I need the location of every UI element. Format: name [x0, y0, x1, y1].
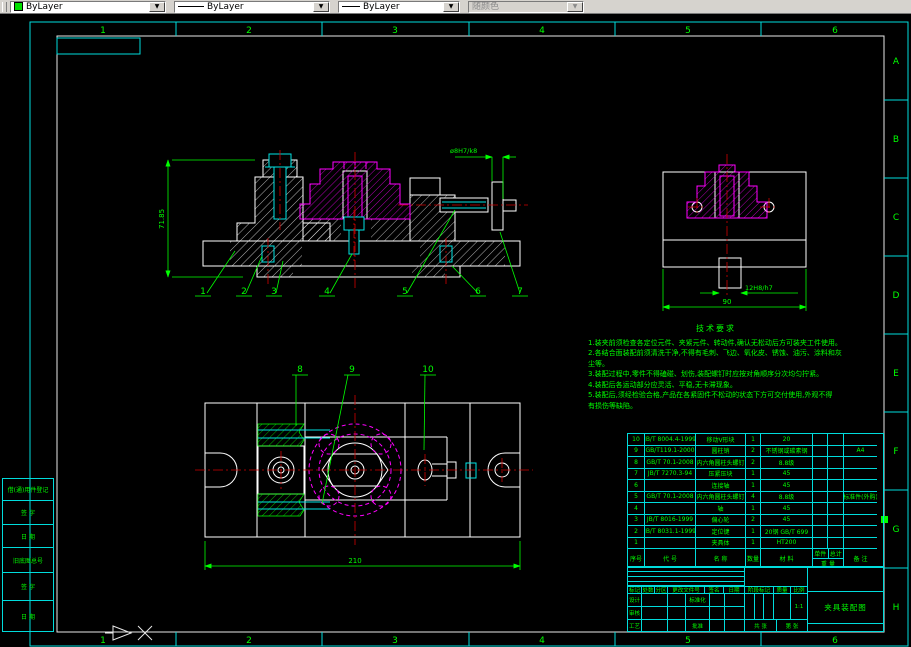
table-row: 2 JB/T 8031.1-1999 定位键 1 20钢 GB/T 699 — [628, 526, 883, 538]
border-attachment-table: 借(通)用件登记 签 字 日 期 旧底图总号 签 字 日 期 — [2, 478, 54, 632]
zone-number-bottom: 3 — [392, 636, 398, 646]
attachment-row: 日 期 — [2, 524, 54, 547]
attachment-row: 签 字 — [2, 572, 54, 600]
object-properties-toolbar: ByLayer ▼ ByLayer ▼ ByLayer ▼ 随颜色 ▼ — [0, 0, 911, 14]
cad-application-window: ByLayer ▼ ByLayer ▼ ByLayer ▼ 随颜色 ▼ 1 2 … — [0, 0, 911, 647]
parts-list-table: 10 JB/T 8004.4-1999 移动V形块 1 20 9 GB/T119.1-20… — [627, 433, 884, 568]
toolbar-grip[interactable] — [2, 1, 7, 12]
zone-number-bottom: 5 — [685, 636, 691, 646]
linetype-sample-icon — [178, 6, 204, 7]
table-header-row: 序号 代 号 名 称 数量 材 料 单件 总计 重 量 备 注 — [628, 549, 883, 568]
linetype-control-dropdown[interactable]: ByLayer ▼ — [174, 0, 330, 13]
color-dropdown-arrow-icon[interactable]: ▼ — [149, 1, 165, 12]
color-control-dropdown[interactable]: ByLayer ▼ — [10, 0, 166, 13]
balloon-7: 7 — [517, 287, 523, 297]
lineweight-dropdown-arrow-icon[interactable]: ▼ — [443, 1, 459, 12]
zone-letter-right: D — [893, 291, 900, 301]
balloon-6: 6 — [475, 287, 481, 297]
color-swatch-green — [14, 2, 23, 11]
color-control-value: ByLayer — [26, 1, 63, 12]
zone-letter-right: H — [893, 603, 900, 613]
attachment-row: 签 字 — [2, 500, 54, 524]
revision-box — [56, 37, 141, 55]
table-row: 3 JB/T 8016-1999 偏心轮 2 45 — [628, 514, 883, 526]
table-row: 7 JB/T 7270.3-94 压紧压块 1 45 — [628, 468, 883, 480]
dim-plan-width: 210 — [348, 557, 361, 565]
lineweight-sample-icon — [342, 6, 360, 7]
table-row: 10 JB/T 8004.4-1999 移动V形块 1 20 — [628, 434, 883, 446]
attachment-row: 日 期 — [2, 600, 54, 632]
front-view — [202, 150, 528, 288]
table-row: 6 连接轴 1 45 — [628, 480, 883, 492]
table-row: 1 夹具体 1 HT200 — [628, 537, 883, 549]
lineweight-control-value: ByLayer — [363, 1, 400, 12]
balloon-4: 4 — [324, 287, 330, 297]
zone-number-top: 4 — [539, 26, 545, 36]
zone-number-top: 1 — [100, 26, 106, 36]
zone-number-top: 2 — [246, 26, 252, 36]
linetype-dropdown-arrow-icon[interactable]: ▼ — [313, 1, 329, 12]
balloon-2: 2 — [241, 287, 247, 297]
table-row: 8 GB/T 70.1-2008 内六角圆柱头螺钉 2 8.8级 — [628, 457, 883, 469]
tech-req-line: 2.各结合面装配前须清洗干净,不得有毛刺、飞边、氧化皮、锈蚀、油污、涂料和灰 — [588, 349, 842, 357]
attachment-row: 借(通)用件登记 — [2, 478, 54, 500]
lineweight-control-dropdown[interactable]: ByLayer ▼ — [338, 0, 460, 13]
table-row: 9 GB/T119.1-2000 圆柱销 2 不锈钢或碳素钢 A4 — [628, 445, 883, 457]
zone-number-top: 3 — [392, 26, 398, 36]
zone-number-bottom: 4 — [539, 636, 545, 646]
plotstyle-dropdown-arrow-icon: ▼ — [567, 1, 583, 12]
company-cell — [807, 566, 884, 592]
zone-number-top: 6 — [832, 26, 838, 36]
zone-letter-right: A — [893, 57, 900, 67]
plotstyle-control-value: 随颜色 — [472, 1, 500, 12]
balloon-10: 10 — [422, 365, 434, 375]
zone-letter-right: G — [893, 525, 900, 535]
zone-letter-right: E — [893, 369, 899, 379]
zone-number-bottom: 1 — [100, 636, 106, 646]
zone-letter-right: F — [893, 447, 898, 457]
zone-letter-right: B — [893, 135, 899, 145]
zone-letter-right: C — [893, 213, 899, 223]
dim-side-width: 90 — [723, 298, 732, 306]
balloon-5: 5 — [402, 287, 408, 297]
title-block: 标记 处数 分区 更改文件号 签名 日期 设计 标准化 审核 工艺 批准 阶段标… — [627, 566, 884, 632]
balloon-1: 1 — [200, 287, 206, 297]
tech-req-line: 5.装配后,须经检验合格,产品在各紧固件不松动的状态下方可交付使用,外观不得 — [588, 391, 833, 399]
scale-value: 1:1 — [790, 593, 808, 620]
tech-req-line: 有损伤等缺陷。 — [588, 401, 637, 410]
table-row: 4 轴 1 45 — [628, 503, 883, 515]
drawing-canvas[interactable]: 1 2 3 4 5 6 1 2 3 4 5 6 A B C D E F G H — [0, 14, 911, 647]
balloon-3: 3 — [271, 287, 277, 297]
linetype-control-value: ByLayer — [207, 1, 244, 12]
plotstyle-control-dropdown: 随颜色 ▼ — [468, 0, 584, 13]
technical-requirements-title: 技术要求 — [696, 324, 736, 333]
balloon-8: 8 — [297, 365, 303, 375]
plot-marks — [105, 625, 153, 641]
attachment-row: 旧底图总号 — [2, 547, 54, 572]
tech-req-line: 1.装夹前须检查各定位元件、夹紧元件、转动件,确认无松动后方可装夹工件使用。 — [588, 338, 842, 347]
change-record-grid — [627, 566, 745, 586]
drawing-number-cell — [807, 623, 884, 632]
side-view: 12H8/h7 90 — [662, 154, 807, 311]
tech-req-line: 4.装配后各运动部分应灵活、平稳,无卡滞现象。 — [588, 380, 737, 389]
tech-req-line: 尘等。 — [588, 359, 609, 368]
zone-number-bottom: 6 — [832, 636, 838, 646]
zone-number-top: 5 — [685, 26, 691, 36]
dim-front-fit: ø8H7/k8 — [450, 147, 477, 155]
dim-front-height: 71.85 — [158, 209, 166, 229]
tech-req-line: 3.装配过程中,零件不得磕碰、划伤,装配螺钉时应按对角顺序分次均匀拧紧。 — [588, 370, 824, 378]
table-row: 5 GB/T 70.1-2008 内六角圆柱头螺钉 4 8.8级 标准件(外购) — [628, 491, 883, 503]
drawing-title: 夹具装配图 — [807, 591, 884, 624]
dim-side-slot: 12H8/h7 — [745, 284, 773, 292]
zone-number-bottom: 2 — [246, 636, 252, 646]
plan-view: 8 9 10 210 — [195, 365, 533, 570]
technical-requirements: 技术要求 1.装夹前须检查各定位元件、夹紧元件、转动件,确认无松动后方可装夹工件… — [588, 324, 844, 411]
balloon-9: 9 — [349, 365, 355, 375]
